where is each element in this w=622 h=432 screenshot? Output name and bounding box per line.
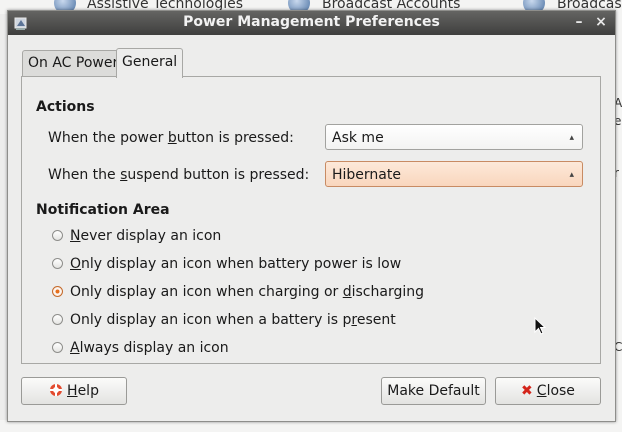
- minimize-button[interactable]: –: [571, 14, 587, 30]
- radio-indicator-checked[interactable]: [52, 286, 63, 297]
- power-button-value: Ask me: [332, 130, 384, 146]
- power-button-combo[interactable]: Ask me ▴: [325, 124, 583, 150]
- radio-label: Only display an icon when a battery is p…: [70, 312, 396, 328]
- close-window-button[interactable]: ×: [593, 14, 609, 30]
- radio-label: Always display an icon: [70, 340, 229, 356]
- mouse-pointer-icon: [534, 317, 546, 335]
- section-title-notification: Notification Area: [36, 202, 170, 218]
- suspend-button-combo[interactable]: Hibernate ▴: [325, 161, 583, 187]
- close-button[interactable]: ✖ Close: [495, 377, 601, 405]
- window-title: Power Management Preferences: [183, 14, 440, 30]
- radio-indicator[interactable]: [52, 258, 63, 269]
- suspend-button-value: Hibernate: [332, 167, 401, 183]
- make-default-button[interactable]: Make Default: [381, 377, 486, 405]
- preferences-window: Power Management Preferences – × On AC P…: [7, 10, 616, 422]
- tab-general[interactable]: General: [116, 48, 184, 78]
- combo-arrows-icon: ▴: [569, 133, 574, 143]
- close-icon: ✖: [521, 383, 533, 399]
- title-bar[interactable]: Power Management Preferences – ×: [8, 11, 615, 35]
- combo-arrows-icon: ▴: [569, 170, 574, 180]
- power-button-label: When the power button is pressed:: [48, 130, 294, 146]
- help-button[interactable]: Help: [21, 377, 127, 405]
- radio-indicator[interactable]: [52, 314, 63, 325]
- tab-panel-general: Actions When the power button is pressed…: [21, 76, 601, 364]
- radio-label: Only display an icon when charging or di…: [70, 284, 425, 300]
- radio-label: Never display an icon: [70, 228, 222, 244]
- radio-label: Only display an icon when battery power …: [70, 256, 402, 272]
- radio-indicator[interactable]: [52, 342, 63, 353]
- tab-on-ac-power[interactable]: On AC Power: [22, 50, 125, 76]
- section-title-actions: Actions: [36, 99, 95, 115]
- suspend-button-label: When the suspend button is pressed:: [48, 167, 310, 183]
- lifebuoy-icon: [50, 384, 63, 396]
- radio-indicator[interactable]: [52, 230, 63, 241]
